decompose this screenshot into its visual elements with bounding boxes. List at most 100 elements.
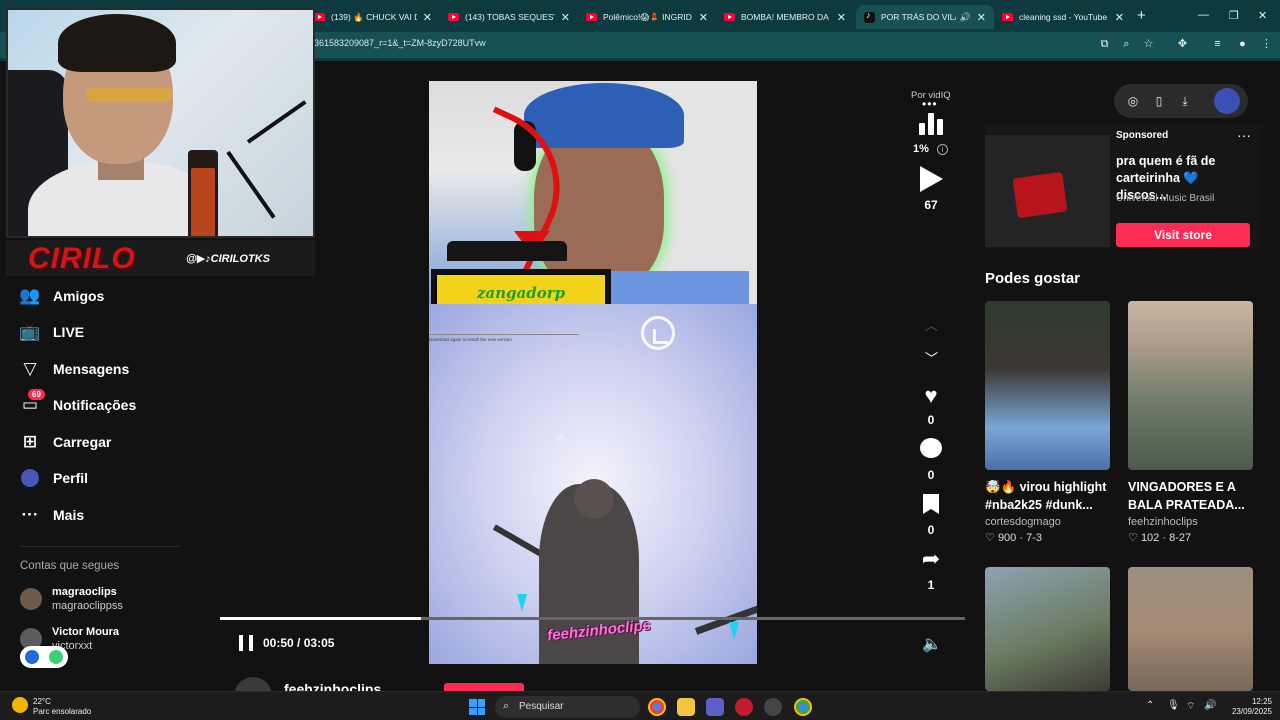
chevron-up-icon[interactable]: ⌃: [1146, 700, 1154, 711]
vidiq-stats-icon[interactable]: [919, 113, 943, 135]
ad-thumbnail[interactable]: [985, 135, 1110, 247]
progress-fill: [220, 617, 422, 620]
sidebar-item-live[interactable]: 📺 LIVE: [19, 320, 84, 344]
sidebar-item-notifications[interactable]: ▭ 69 Notificações: [20, 389, 136, 417]
card-title: 🤯🔥 virou highlight #nba2k25 #dunk...: [985, 480, 1107, 512]
browser-tab[interactable]: Polêmico!😱💄 INGRID F ✕: [578, 5, 716, 29]
browser-tab[interactable]: (139) 🔥 CHUCK VAI DEI ✕: [306, 5, 440, 29]
chevron-up-icon[interactable]: ︿: [925, 315, 938, 334]
browser-tab[interactable]: (143) TOBAS SEQUESTR4 ✕: [440, 5, 578, 29]
minimize-icon[interactable]: —: [1198, 9, 1209, 21]
heart-outline-icon: ♡: [985, 532, 995, 544]
vidiq-percent: 1%: [913, 143, 929, 155]
video-progress-bar[interactable]: [220, 617, 965, 620]
close-icon[interactable]: ✕: [1115, 11, 1124, 24]
close-icon[interactable]: ✕: [561, 11, 570, 24]
streamer-webcam: [6, 8, 315, 238]
sidebar-item-friends[interactable]: 👥 Amigos: [19, 284, 105, 308]
download-icon[interactable]: ⤓: [1178, 94, 1192, 108]
profile-icon[interactable]: ●: [1236, 38, 1249, 51]
weather-widget[interactable]: 22°C Parc ensolarado: [33, 697, 91, 717]
taskbar-search[interactable]: ⌕ Pesquisar: [495, 696, 640, 718]
sponsored-label: Sponsored: [1116, 130, 1169, 141]
sidebar-item-messages[interactable]: ▽ Mensagens: [20, 357, 129, 381]
youtube-icon: [586, 13, 597, 21]
menu-dots-icon[interactable]: ⋮: [1260, 38, 1273, 51]
video-thumbnail[interactable]: [985, 301, 1110, 470]
wifi-icon[interactable]: ⌔: [1186, 700, 1195, 713]
video-thumbnail[interactable]: [985, 567, 1110, 691]
more-options-icon[interactable]: •••: [922, 97, 938, 111]
start-button[interactable]: [469, 699, 485, 715]
microphone-graphic: [188, 150, 218, 236]
phone-icon[interactable]: ▯: [1152, 94, 1166, 108]
microphone-icon[interactable]: 🎙: [1167, 700, 1180, 711]
pause-button[interactable]: [239, 635, 253, 651]
bookmark-icon[interactable]: [919, 492, 943, 516]
close-icon[interactable]: ✕: [837, 11, 846, 24]
restore-icon[interactable]: ❐: [1229, 9, 1239, 22]
watermark-icon: [641, 316, 675, 350]
volume-icon[interactable]: 🔊: [1204, 700, 1216, 711]
share-icon[interactable]: ➦: [919, 546, 943, 571]
like-count: 0: [927, 413, 935, 427]
info-icon[interactable]: i: [937, 144, 948, 155]
obs-icon[interactable]: [764, 698, 782, 716]
browser-tab-active[interactable]: POR TRÁS DO VILÃO 🔊 ✕: [856, 5, 994, 29]
more-options-icon[interactable]: ···: [1237, 127, 1251, 143]
extension-toggle[interactable]: [20, 646, 68, 668]
comment-icon[interactable]: [919, 436, 943, 460]
install-app-icon[interactable]: ⧉: [1098, 38, 1111, 51]
tab-title: (139) 🔥 CHUCK VAI DEI: [331, 11, 417, 22]
close-icon[interactable]: ✕: [423, 11, 432, 24]
app-icon[interactable]: [735, 698, 753, 716]
speaker-icon[interactable]: 🔊: [960, 12, 971, 23]
tab-title: cleaning ssd - YouTube: [1019, 12, 1108, 22]
recommend-heading: Podes gostar: [985, 270, 1081, 287]
url-text[interactable]: 361583209087_r=1&_t=ZM-8zyD728UTvw: [314, 38, 486, 48]
video-player[interactable]: zangadorp Download again to install the …: [429, 81, 757, 664]
volume-icon[interactable]: 🔈: [922, 634, 942, 654]
sidebar-item-upload[interactable]: ⊞ Carregar: [20, 430, 112, 454]
recommend-card[interactable]: VINGADORES E A BALA PRATEADA... feehzinh…: [1128, 301, 1253, 544]
close-window-icon[interactable]: ✕: [1258, 9, 1267, 22]
extensions-icon[interactable]: ✥: [1176, 38, 1189, 51]
close-icon[interactable]: ✕: [699, 11, 708, 24]
chrome-app-icon[interactable]: [794, 698, 812, 716]
extension-icon: [25, 650, 39, 664]
sidebar-item-more[interactable]: ··· Mais: [20, 503, 85, 527]
close-icon[interactable]: ✕: [977, 11, 986, 24]
tv-icon: 📺: [19, 322, 41, 341]
video-thumbnail[interactable]: [1128, 301, 1253, 470]
media-control-icon[interactable]: ≡: [1211, 38, 1224, 51]
like-heart-icon[interactable]: ♥: [919, 383, 943, 408]
account-name: Victor Moura: [52, 626, 120, 638]
new-tab-icon[interactable]: +: [1137, 7, 1146, 24]
streamer-logo: CIRILO: [28, 242, 136, 275]
tab-title: BOMBA! MEMBRO DA DF: [741, 12, 831, 22]
sidebar-item-profile[interactable]: Perfil: [20, 466, 88, 490]
card-author: cortesdogmago: [985, 516, 1061, 528]
chrome-app-icon[interactable]: [648, 698, 666, 716]
heart-outline-icon: ♡: [1128, 532, 1138, 544]
browser-tab[interactable]: cleaning ssd - YouTube ✕: [994, 5, 1132, 29]
chevron-down-icon[interactable]: ﹀: [925, 348, 938, 367]
recommend-card[interactable]: [1128, 567, 1253, 691]
visit-store-button[interactable]: Visit store: [1116, 223, 1250, 247]
tab-title: Polêmico!😱💄 INGRID F: [603, 11, 693, 22]
teams-icon[interactable]: [706, 698, 724, 716]
weather-icon[interactable]: [12, 697, 28, 713]
zoom-icon[interactable]: ⌕: [1120, 38, 1133, 51]
play-count-icon: [920, 166, 943, 192]
recommend-card[interactable]: 🤯🔥 virou highlight #nba2k25 #dunk... cor…: [985, 301, 1110, 544]
sidebar-item-label: Amigos: [53, 288, 105, 304]
video-thumbnail[interactable]: [1128, 567, 1253, 691]
clock[interactable]: 12:25 23/09/2025: [1228, 697, 1272, 717]
file-explorer-icon[interactable]: [677, 698, 695, 716]
user-avatar[interactable]: [1214, 88, 1240, 114]
recommend-card[interactable]: [985, 567, 1110, 691]
coin-icon[interactable]: ◎: [1126, 94, 1140, 108]
browser-tab[interactable]: BOMBA! MEMBRO DA DF ✕: [716, 5, 854, 29]
following-account[interactable]: magraoclips magraoclippss: [20, 583, 123, 615]
bookmark-star-icon[interactable]: ☆: [1142, 38, 1155, 51]
